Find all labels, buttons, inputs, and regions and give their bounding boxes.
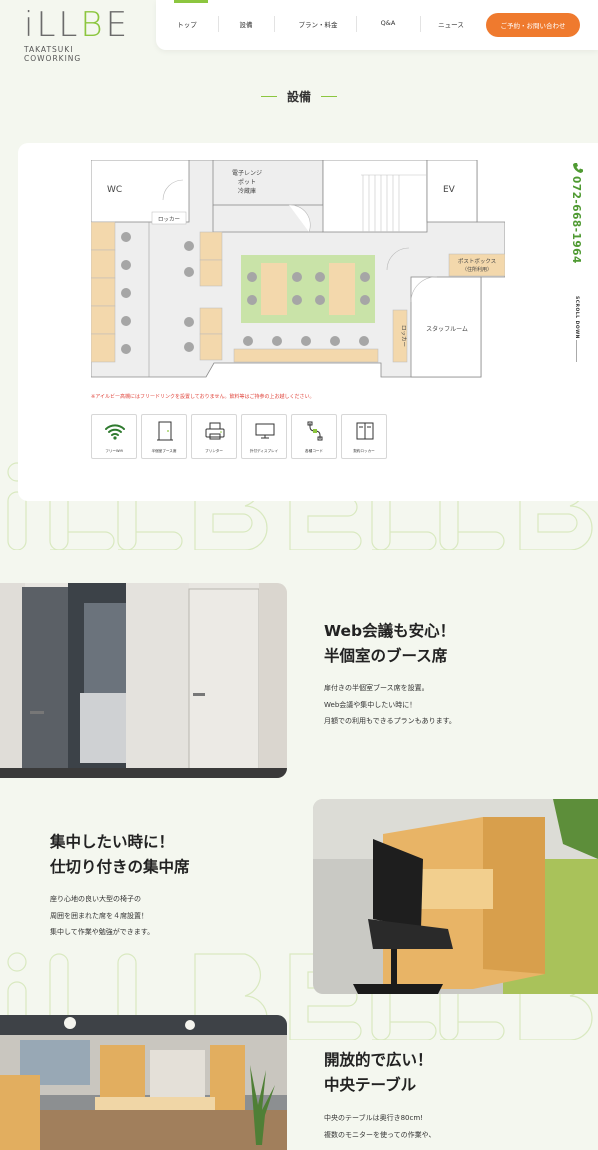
nav-active-indicator <box>174 0 208 3</box>
feature-title-line: 開放的で広い！ <box>324 1051 433 1069</box>
feature-title-line: 仕切り付きの集中席 <box>50 858 190 876</box>
feature-body: 扉付きの半個室ブース席を設置。 Web会議や集中したい時に！ 月額での利用もでき… <box>324 680 456 730</box>
central-table-photo <box>0 1015 287 1150</box>
logo-subtitle: TAKATSUKI COWORKING <box>24 45 82 63</box>
focus-seat-photo <box>313 799 598 994</box>
floor-label-kitchen-1: 電子レンジ <box>232 170 262 177</box>
nav-divider <box>420 16 421 32</box>
amenity-cables: 各種コード <box>291 414 337 459</box>
amenity-label: プリンター <box>205 449 223 453</box>
nav-divider <box>274 16 275 32</box>
feature-body-line: 周囲を囲まれた席を４席設置！ <box>50 911 148 920</box>
amenity-printer: プリンター <box>191 414 237 459</box>
heading-line-right <box>321 95 337 98</box>
amenity-display: 外付ディスプレイ <box>241 414 287 459</box>
feature-body-line: 座り心地の良い大型の椅子の <box>50 895 141 903</box>
feature-body-line: 複数のモニターを使っての作業や、 <box>324 1130 436 1139</box>
amenity-label: 各種コード <box>305 449 323 453</box>
section-heading: 設備 <box>0 88 598 105</box>
monitor-icon <box>255 423 275 439</box>
global-nav: トップ 設備 プラン・料金 Q&A ニュース ご予約・お問い合わせ <box>156 0 598 50</box>
logo[interactable]: iLLBE TAKATSUKI COWORKING <box>24 5 134 63</box>
logo-wordmark: iLLBE <box>24 5 131 45</box>
nav-item-news[interactable]: ニュース <box>423 19 479 29</box>
facilities-card: WC EV 電子レンジ ポット 冷蔵庫 ロッカー ポストボックス （住所利用） … <box>18 143 598 501</box>
floor-label-kitchen-2: ポット <box>238 178 256 186</box>
amenity-label: フリーWifi <box>105 449 123 453</box>
feature-title-line: Web会議も安心！ <box>324 622 456 640</box>
heading-line-left <box>260 95 277 98</box>
notice-text: ※アイルビー高槻にはフリードリンクを設置しておりません。飲料等はご持参の上お越し… <box>91 394 315 400</box>
amenity-label: 外付ディスプレイ <box>249 449 279 453</box>
nav-item-top[interactable]: トップ <box>159 19 215 29</box>
feature-body: 座り心地の良い大型の椅子の 周囲を囲まれた席を４席設置！ 集中して作業や勉強がで… <box>50 891 154 941</box>
contact-button[interactable]: ご予約・お問い合わせ <box>486 13 580 37</box>
phone-icon <box>573 163 583 173</box>
door-icon <box>157 421 173 441</box>
page-title: 設備 <box>286 90 311 104</box>
floor-plan: WC EV 電子レンジ ポット 冷蔵庫 ロッカー ポストボックス （住所利用） … <box>91 160 505 378</box>
feature-body-line: 扉付きの半個室ブース席を設置。 <box>324 684 429 692</box>
amenity-wifi: フリーWifi <box>91 414 137 459</box>
phone-number[interactable]: 072-668-1964 <box>570 176 582 264</box>
floor-label-postbox-2: （住所利用） <box>462 266 492 273</box>
floor-label-postbox-1: ポストボックス <box>458 257 496 265</box>
feature-title: 集中したい時に！ 仕切り付きの集中席 <box>50 830 190 880</box>
floor-label-kitchen-3: 冷蔵庫 <box>238 187 256 195</box>
floor-label-locker-top: ロッカー <box>158 216 180 223</box>
feature-title-line: 半個室のブース席 <box>324 647 448 665</box>
nav-item-qa[interactable]: Q&A <box>360 19 416 27</box>
floor-label-wc: WC <box>107 185 122 195</box>
locker-icon <box>356 422 374 440</box>
feature-body-line: 月額での利用もできるプランもあります。 <box>324 717 456 725</box>
amenity-label: 半個室ブース席 <box>151 449 177 453</box>
feature-title: Web会議も安心！ 半個室のブース席 <box>324 619 455 669</box>
feature-title: 開放的で広い！ 中央テーブル <box>324 1048 433 1098</box>
cable-icon <box>307 421 323 441</box>
feature-body-line: 集中して作業や勉強ができます。 <box>50 928 155 936</box>
floor-label-locker-side: ロッカー <box>400 325 407 347</box>
floor-label-ev: EV <box>443 185 456 195</box>
nav-item-facilities[interactable]: 設備 <box>218 19 274 29</box>
nav-item-plans[interactable]: プラン・料金 <box>288 19 348 29</box>
amenity-locker: 契約ロッカー <box>341 414 387 459</box>
feature-body-line: Web会議や集中したい時に！ <box>324 700 417 709</box>
feature-body: 中央のテーブルは奥行き80cm! 複数のモニターを使っての作業や、 <box>324 1110 435 1143</box>
amenity-booth: 半個室ブース席 <box>141 414 187 459</box>
wifi-icon <box>105 424 125 440</box>
booth-photo <box>0 583 287 778</box>
floor-label-staff: スタッフルーム <box>426 325 468 333</box>
feature-title-line: 集中したい時に！ <box>50 833 175 851</box>
scroll-down-label[interactable]: SCROLL DOWN <box>574 296 579 339</box>
feature-title-line: 中央テーブル <box>324 1076 417 1094</box>
feature-body-line: 中央のテーブルは奥行き80cm! <box>324 1114 423 1122</box>
nav-divider <box>356 16 357 32</box>
amenity-label: 契約ロッカー <box>353 449 375 453</box>
scroll-down-line <box>576 340 577 362</box>
printer-icon <box>205 422 225 440</box>
